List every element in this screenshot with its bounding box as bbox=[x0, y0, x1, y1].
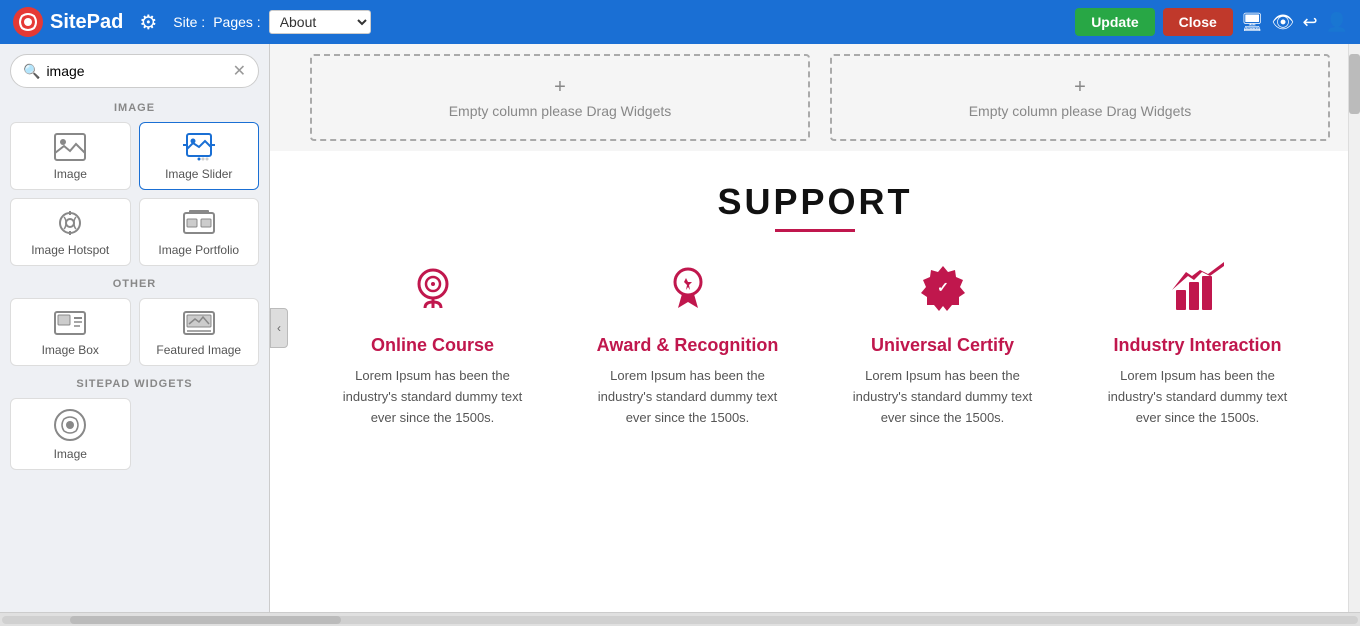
close-button[interactable]: Close bbox=[1163, 8, 1233, 36]
sitemap-icon[interactable]: 👤 bbox=[1326, 12, 1348, 33]
image-widgets-grid: Image Image Slider bbox=[10, 122, 259, 266]
site-label: Site : bbox=[173, 14, 205, 30]
drop-zone-1-plus: + bbox=[554, 76, 566, 99]
right-scrollbar[interactable] bbox=[1348, 44, 1360, 612]
industry-interaction-icon bbox=[1172, 262, 1224, 325]
history-icon[interactable]: ↩ bbox=[1302, 12, 1317, 33]
main-area: 🔍 ✕ IMAGE Image bbox=[0, 44, 1360, 612]
drop-zone-2-plus: + bbox=[1074, 76, 1086, 99]
brand-logo[interactable]: SitePad bbox=[12, 6, 123, 38]
card-industry-interaction-text: Lorem Ipsum has been the industry's stan… bbox=[1098, 366, 1298, 428]
card-award-recognition-title: Award & Recognition bbox=[597, 335, 779, 356]
card-award-recognition-text: Lorem Ipsum has been the industry's stan… bbox=[588, 366, 788, 428]
header-actions: Update Close 🖥 👁 ↩ 👤 bbox=[1075, 8, 1348, 36]
section-image-label: IMAGE bbox=[10, 102, 259, 114]
widget-featured-image[interactable]: Featured Image bbox=[139, 298, 260, 366]
card-industry-interaction-title: Industry Interaction bbox=[1113, 335, 1281, 356]
drop-zone-2[interactable]: + Empty column please Drag Widgets bbox=[830, 54, 1330, 141]
sidebar: 🔍 ✕ IMAGE Image bbox=[0, 44, 270, 612]
award-recognition-icon bbox=[662, 262, 714, 325]
header: SitePad ⚙ Site : Pages : About Home Cont… bbox=[0, 0, 1360, 44]
image-box-widget-icon bbox=[54, 309, 86, 337]
svg-text:✓: ✓ bbox=[937, 279, 949, 295]
search-bar[interactable]: 🔍 ✕ bbox=[10, 54, 259, 88]
sitepad-widgets-grid: Image bbox=[10, 398, 259, 470]
widget-image-portfolio[interactable]: Image Portfolio bbox=[139, 198, 260, 266]
brand-logo-icon bbox=[12, 6, 44, 38]
update-button[interactable]: Update bbox=[1075, 8, 1154, 36]
widget-sitepad-image-label: Image bbox=[54, 447, 87, 461]
image-slider-widget-icon bbox=[183, 133, 215, 161]
settings-icon[interactable]: ⚙ bbox=[139, 10, 157, 35]
widget-image-slider-label: Image Slider bbox=[165, 167, 232, 181]
card-industry-interaction: Industry Interaction Lorem Ipsum has bee… bbox=[1075, 262, 1320, 428]
image-portfolio-widget-icon bbox=[183, 209, 215, 237]
image-widget-icon bbox=[54, 133, 86, 161]
support-title: SUPPORT bbox=[310, 181, 1320, 223]
card-online-course: Online Course Lorem Ipsum has been the i… bbox=[310, 262, 555, 428]
pages-label: Pages : bbox=[213, 14, 260, 30]
search-clear-button[interactable]: ✕ bbox=[233, 61, 246, 81]
section-other-label: OTHER bbox=[10, 278, 259, 290]
page-selector-area: Site : Pages : About Home Contact Servic… bbox=[173, 10, 370, 34]
support-cards: Online Course Lorem Ipsum has been the i… bbox=[310, 262, 1320, 428]
widget-image-portfolio-label: Image Portfolio bbox=[158, 243, 239, 257]
bottom-scrollbar[interactable] bbox=[0, 612, 1360, 626]
desktop-icon[interactable]: 🖥 bbox=[1241, 12, 1264, 33]
section-sitepad-label: SITEPAD WIDGETS bbox=[10, 378, 259, 390]
search-icon: 🔍 bbox=[23, 63, 40, 80]
online-course-icon bbox=[407, 262, 459, 325]
image-hotspot-widget-icon bbox=[54, 209, 86, 237]
sitepad-image-widget-icon bbox=[54, 409, 86, 441]
sidebar-collapse-button[interactable]: ‹ bbox=[270, 308, 288, 348]
bottom-scroll-track bbox=[2, 616, 1358, 624]
card-online-course-text: Lorem Ipsum has been the industry's stan… bbox=[333, 366, 533, 428]
search-input[interactable] bbox=[46, 63, 232, 79]
support-section: SUPPORT bbox=[270, 151, 1360, 458]
card-universal-certify: ✓ Universal Certify Lorem Ipsum has been… bbox=[820, 262, 1065, 428]
card-universal-certify-title: Universal Certify bbox=[871, 335, 1014, 356]
universal-certify-icon: ✓ bbox=[917, 262, 969, 325]
widget-image-box-label: Image Box bbox=[42, 343, 99, 357]
featured-image-widget-icon bbox=[183, 309, 215, 337]
widget-image-label: Image bbox=[54, 167, 87, 181]
widget-image-hotspot-label: Image Hotspot bbox=[31, 243, 109, 257]
brand-name: SitePad bbox=[50, 11, 123, 34]
widget-image[interactable]: Image bbox=[10, 122, 131, 190]
eye-icon[interactable]: 👁 bbox=[1272, 12, 1295, 33]
card-award-recognition: Award & Recognition Lorem Ipsum has been… bbox=[565, 262, 810, 428]
drop-zones-row: + Empty column please Drag Widgets + Emp… bbox=[270, 44, 1360, 151]
widget-image-box[interactable]: Image Box bbox=[10, 298, 131, 366]
widget-sitepad-image[interactable]: Image bbox=[10, 398, 131, 470]
card-universal-certify-text: Lorem Ipsum has been the industry's stan… bbox=[843, 366, 1043, 428]
drop-zone-1[interactable]: + Empty column please Drag Widgets bbox=[310, 54, 810, 141]
other-widgets-grid: Image Box Featured Image bbox=[10, 298, 259, 366]
widget-featured-image-label: Featured Image bbox=[156, 343, 241, 357]
page-content: + Empty column please Drag Widgets + Emp… bbox=[270, 44, 1360, 612]
right-scrollbar-thumb bbox=[1349, 54, 1360, 114]
bottom-scroll-thumb bbox=[70, 616, 341, 624]
widget-image-slider[interactable]: Image Slider bbox=[139, 122, 260, 190]
drop-zone-1-text: Empty column please Drag Widgets bbox=[449, 103, 672, 119]
card-online-course-title: Online Course bbox=[371, 335, 494, 356]
page-select[interactable]: About Home Contact Services bbox=[269, 10, 371, 34]
support-title-underline bbox=[775, 229, 855, 232]
drop-zone-2-text: Empty column please Drag Widgets bbox=[969, 103, 1192, 119]
widget-image-hotspot[interactable]: Image Hotspot bbox=[10, 198, 131, 266]
